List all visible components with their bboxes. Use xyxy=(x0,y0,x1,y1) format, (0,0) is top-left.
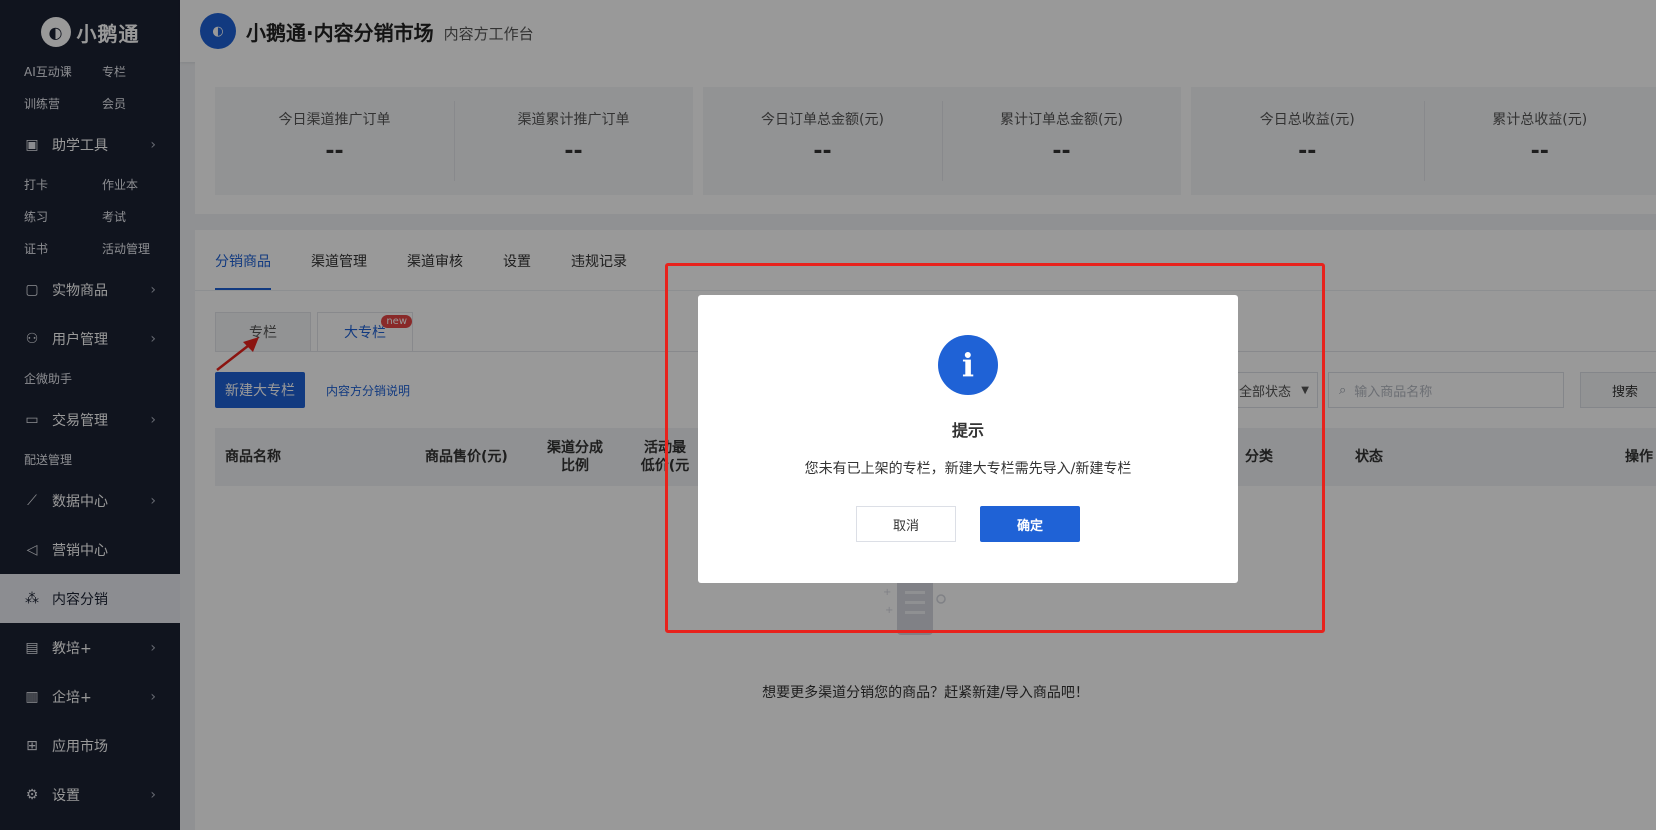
annotation-highlight-box xyxy=(665,263,1325,633)
